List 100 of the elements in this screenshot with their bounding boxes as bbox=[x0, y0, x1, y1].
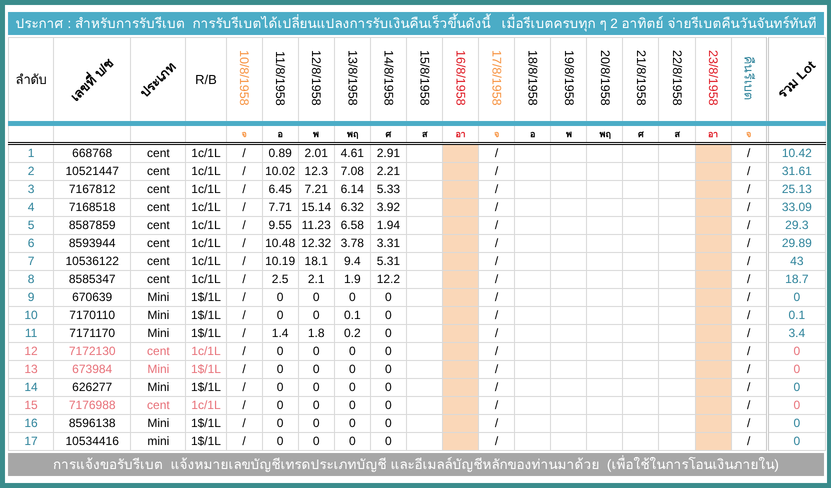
table-cell: / bbox=[242, 254, 246, 268]
date-header: 12/8/1958 bbox=[309, 50, 324, 106]
date-header: 23/8/1958 bbox=[706, 50, 720, 106]
table-cell: 6.45 bbox=[268, 182, 292, 196]
table-cell: 8596138 bbox=[68, 416, 116, 430]
table-cell: 10521447 bbox=[66, 164, 119, 178]
table-cell: / bbox=[494, 290, 498, 304]
table-cell: 670639 bbox=[72, 290, 112, 304]
table-cell: Mini bbox=[147, 362, 170, 376]
table-cell: / bbox=[494, 200, 498, 214]
table-cell: / bbox=[494, 182, 498, 196]
table-cell: 12.32 bbox=[301, 236, 332, 250]
table-cell: 0 bbox=[348, 434, 356, 448]
table-cell: 4.61 bbox=[340, 146, 364, 160]
table-cell: 9 bbox=[28, 290, 34, 304]
table-cell: 626277 bbox=[72, 380, 112, 394]
table-cell: / bbox=[494, 326, 498, 340]
table-cell: 2.21 bbox=[376, 164, 400, 178]
table-cell: / bbox=[746, 362, 750, 376]
table-cell: 10 bbox=[24, 308, 38, 322]
table-cell: 5.33 bbox=[376, 182, 400, 196]
table-cell: 7170110 bbox=[69, 308, 116, 322]
table-cell: 0 bbox=[385, 398, 392, 412]
announcement-banner: ประกาศ : สำหรับการรับรีเบต การรับรีเบตได้เปลี่ยนแปลงการรับเงินคืนเร็วขึ้นดังนี้ เมื่อรีเบตครบทุก ๆ 2 อาทิตย์ จ่ายรีเบตคืนวันจันทร์ทันที bbox=[8, 12, 824, 35]
table-cell: 0 bbox=[348, 416, 356, 430]
date-header: 15/8/1958 bbox=[417, 50, 432, 106]
table-cell: 3.4 bbox=[788, 326, 806, 340]
table-cell: 0 bbox=[794, 398, 800, 412]
table-cell: 16 bbox=[24, 416, 38, 430]
table-cell: / bbox=[746, 254, 750, 268]
table-cell: 15.14 bbox=[301, 200, 332, 214]
table-cell: 1c/1L bbox=[191, 146, 221, 160]
table-cell: 0 bbox=[348, 398, 356, 412]
table-cell: 12 bbox=[24, 344, 38, 358]
table-cell: / bbox=[494, 236, 498, 250]
table-cell: 3.31 bbox=[376, 236, 400, 250]
table-cell: 15 bbox=[24, 398, 38, 412]
date-header: 14/8/1958 bbox=[381, 50, 396, 106]
table-cell: / bbox=[746, 398, 750, 412]
table-cell: 0 bbox=[385, 308, 392, 322]
table-cell: 0 bbox=[385, 290, 392, 304]
table-cell: 3 bbox=[28, 182, 34, 196]
table-cell: 1$/1L bbox=[190, 380, 221, 394]
table-cell: / bbox=[242, 146, 246, 160]
table-cell: 8585347 bbox=[68, 272, 116, 286]
table-cell: cent bbox=[147, 200, 170, 214]
table-cell: / bbox=[746, 272, 750, 286]
table-cell: / bbox=[242, 434, 246, 448]
table-cell: 2.1 bbox=[308, 272, 325, 286]
table-cell: 0 bbox=[794, 344, 800, 358]
table-cell: 0 bbox=[276, 362, 284, 376]
table-cell: 1c/1L bbox=[191, 344, 221, 358]
table-cell: 1$/1L bbox=[190, 326, 221, 340]
table-cell: 0 bbox=[312, 344, 320, 358]
table-cell: / bbox=[494, 398, 498, 412]
table-cell: cent bbox=[147, 272, 170, 286]
table-cell: 3.78 bbox=[340, 236, 364, 250]
table-cell: 1c/1L bbox=[191, 236, 221, 250]
table-cell: / bbox=[746, 434, 750, 448]
table-cell: / bbox=[242, 380, 246, 394]
table-cell: 4 bbox=[28, 200, 34, 214]
table-cell: 2.91 bbox=[376, 146, 400, 160]
table-cell: 0 bbox=[794, 290, 800, 304]
table-cell: / bbox=[494, 434, 498, 448]
table-cell: / bbox=[494, 308, 498, 322]
day-label: อา bbox=[456, 129, 466, 139]
table-cell: 0 bbox=[348, 362, 356, 376]
table-cell: 12.3 bbox=[304, 164, 328, 178]
table-cell: cent bbox=[147, 236, 170, 250]
table-cell: 0 bbox=[385, 416, 392, 430]
table-cell: 6.14 bbox=[340, 182, 364, 196]
table-cell: Mini bbox=[147, 416, 170, 430]
table-cell: / bbox=[746, 326, 750, 340]
table-cell: 43 bbox=[790, 254, 804, 268]
table-cell: 1.94 bbox=[376, 218, 400, 232]
table-cell: cent bbox=[147, 218, 170, 232]
table-cell: cent bbox=[147, 344, 170, 358]
day-label: อา bbox=[708, 129, 718, 139]
table-cell: 7176988 bbox=[68, 398, 116, 412]
table-cell: 2.5 bbox=[272, 272, 288, 286]
table-cell: / bbox=[494, 362, 498, 376]
date-header: 20/8/1958 bbox=[598, 50, 612, 106]
day-label: ศ bbox=[385, 129, 392, 139]
table-cell: 10534416 bbox=[66, 434, 119, 448]
table-cell: 29.3 bbox=[785, 218, 809, 232]
table-cell: 5.31 bbox=[376, 254, 400, 268]
table-cell: 9.55 bbox=[268, 218, 292, 232]
table-cell: 13 bbox=[24, 362, 38, 376]
table-cell: 0 bbox=[385, 326, 392, 340]
table-cell: 10.02 bbox=[265, 164, 296, 178]
table-cell: 0 bbox=[312, 434, 320, 448]
table-cell: 11 bbox=[24, 326, 38, 340]
table-cell: 7.71 bbox=[268, 200, 292, 214]
table-cell: 0 bbox=[794, 362, 800, 376]
table-cell: 1$/1L bbox=[190, 416, 221, 430]
table-cell: 1c/1L bbox=[191, 398, 221, 412]
table-cell: / bbox=[242, 326, 246, 340]
table-cell: 0.2 bbox=[344, 326, 361, 340]
table-cell: 0 bbox=[276, 290, 284, 304]
table-cell: 5 bbox=[28, 218, 34, 232]
